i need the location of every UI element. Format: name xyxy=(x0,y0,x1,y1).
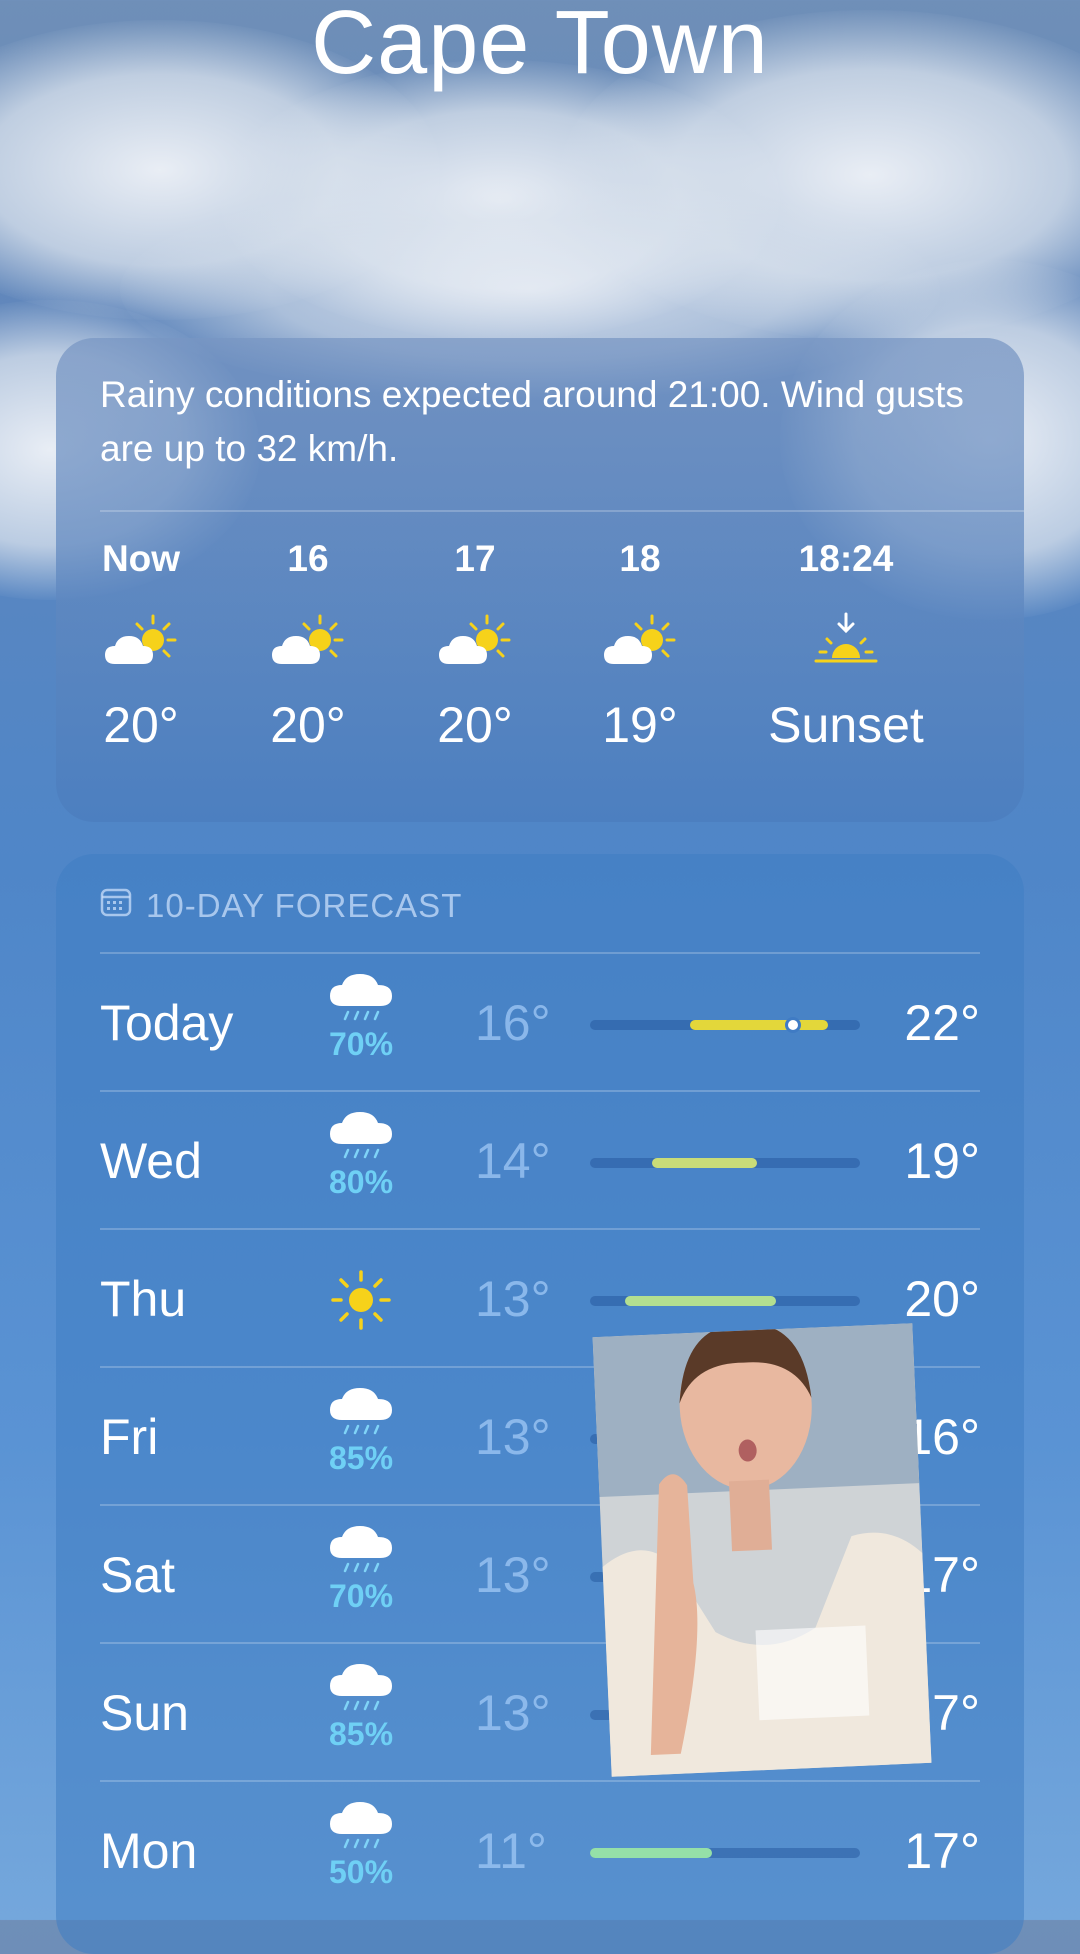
forecast-header-label: 10-DAY FORECAST xyxy=(146,887,463,924)
hourly-forecast-card[interactable]: Rainy conditions expected around 21:00. … xyxy=(56,338,1024,822)
precip-chance: 70% xyxy=(328,1578,394,1614)
partly-cloudy-icon xyxy=(585,602,695,682)
hour-temp: 20° xyxy=(437,697,513,753)
low-temp: 14° xyxy=(475,1133,551,1189)
partly-cloudy-icon xyxy=(86,602,196,682)
temp-range-fill xyxy=(652,1158,758,1168)
rain-cloud-icon xyxy=(326,972,396,1033)
hour-temp: 20° xyxy=(270,697,346,753)
hour-item: 16 20° xyxy=(253,534,363,760)
forecast-day: Wed xyxy=(100,1133,202,1189)
sunset-icon xyxy=(756,602,936,682)
temp-range-bar xyxy=(590,1017,860,1033)
low-temp: 11° xyxy=(475,1823,547,1879)
temp-range-bar xyxy=(590,1848,860,1858)
low-temp: 13° xyxy=(475,1409,551,1465)
hour-label: 18:24 xyxy=(798,538,894,579)
forecast-day: Today xyxy=(100,995,234,1051)
rain-cloud-icon xyxy=(326,1800,396,1861)
forecast-row[interactable]: Today 70% 16° 22° xyxy=(100,952,980,1092)
rain-cloud-icon xyxy=(326,1524,396,1585)
hourly-strip[interactable]: Now 20° 16 20° 17 20° 18 19° 18:24 Sunse… xyxy=(56,534,1024,794)
divider xyxy=(100,952,980,954)
divider xyxy=(100,1090,980,1092)
rain-cloud-icon xyxy=(326,1662,396,1723)
low-temp: 16° xyxy=(475,995,551,1051)
precip-chance: 80% xyxy=(328,1164,394,1200)
forecast-day: Thu xyxy=(100,1271,187,1327)
sun-icon xyxy=(326,1268,396,1337)
temp-range-fill xyxy=(590,1848,712,1858)
high-temp: 20° xyxy=(904,1271,980,1327)
low-temp: 13° xyxy=(475,1685,551,1741)
temp-range-bar xyxy=(590,1296,860,1306)
city-name: Cape Town xyxy=(311,0,769,93)
selfie-video-overlay[interactable] xyxy=(592,1323,932,1777)
rain-cloud-icon xyxy=(326,1110,396,1171)
forecast-row[interactable]: Wed 80% 14° 19° xyxy=(100,1090,980,1230)
hour-item: 17 20° xyxy=(420,534,530,760)
high-temp: 17° xyxy=(904,1823,980,1879)
forecast-day: Sun xyxy=(100,1685,189,1741)
divider xyxy=(100,1228,980,1230)
high-temp: 19° xyxy=(904,1133,980,1189)
temp-range-bar xyxy=(590,1158,860,1168)
temp-range-fill xyxy=(625,1296,777,1306)
precip-chance: 85% xyxy=(328,1440,394,1476)
hour-temp: Sunset xyxy=(768,697,924,753)
hour-item: Now 20° xyxy=(86,534,196,760)
hour-temp: 20° xyxy=(103,697,179,753)
hour-label: 18 xyxy=(619,538,661,579)
divider xyxy=(100,510,1024,512)
precip-chance: 50% xyxy=(328,1854,394,1890)
low-temp: 13° xyxy=(475,1547,551,1603)
high-temp: 22° xyxy=(904,995,980,1051)
forecast-row[interactable]: Mon 50% 11° 17° xyxy=(100,1780,980,1920)
precip-chance: 85% xyxy=(328,1716,394,1752)
divider xyxy=(100,1780,980,1782)
partly-cloudy-icon xyxy=(253,602,363,682)
hour-temp: 19° xyxy=(602,697,678,753)
weather-summary: Rainy conditions expected around 21:00. … xyxy=(100,374,964,469)
hour-label: Now xyxy=(101,538,181,579)
temp-range-fill xyxy=(689,1020,828,1030)
hour-item-sunset: 18:24 Sunset xyxy=(756,534,936,760)
low-temp: 13° xyxy=(475,1271,551,1327)
current-temp-marker xyxy=(784,1017,801,1033)
partly-cloudy-icon xyxy=(420,602,530,682)
rain-cloud-icon xyxy=(326,1386,396,1447)
hour-label: 16 xyxy=(287,538,329,579)
hour-label: 17 xyxy=(454,538,496,579)
forecast-day: Fri xyxy=(100,1409,159,1465)
forecast-header: 10-DAY FORECAST xyxy=(100,884,462,928)
forecast-day: Mon xyxy=(100,1823,198,1879)
forecast-day: Sat xyxy=(100,1547,176,1603)
calendar-icon xyxy=(100,887,132,925)
hour-item: 18 19° xyxy=(585,534,695,760)
precip-chance: 70% xyxy=(328,1026,394,1062)
